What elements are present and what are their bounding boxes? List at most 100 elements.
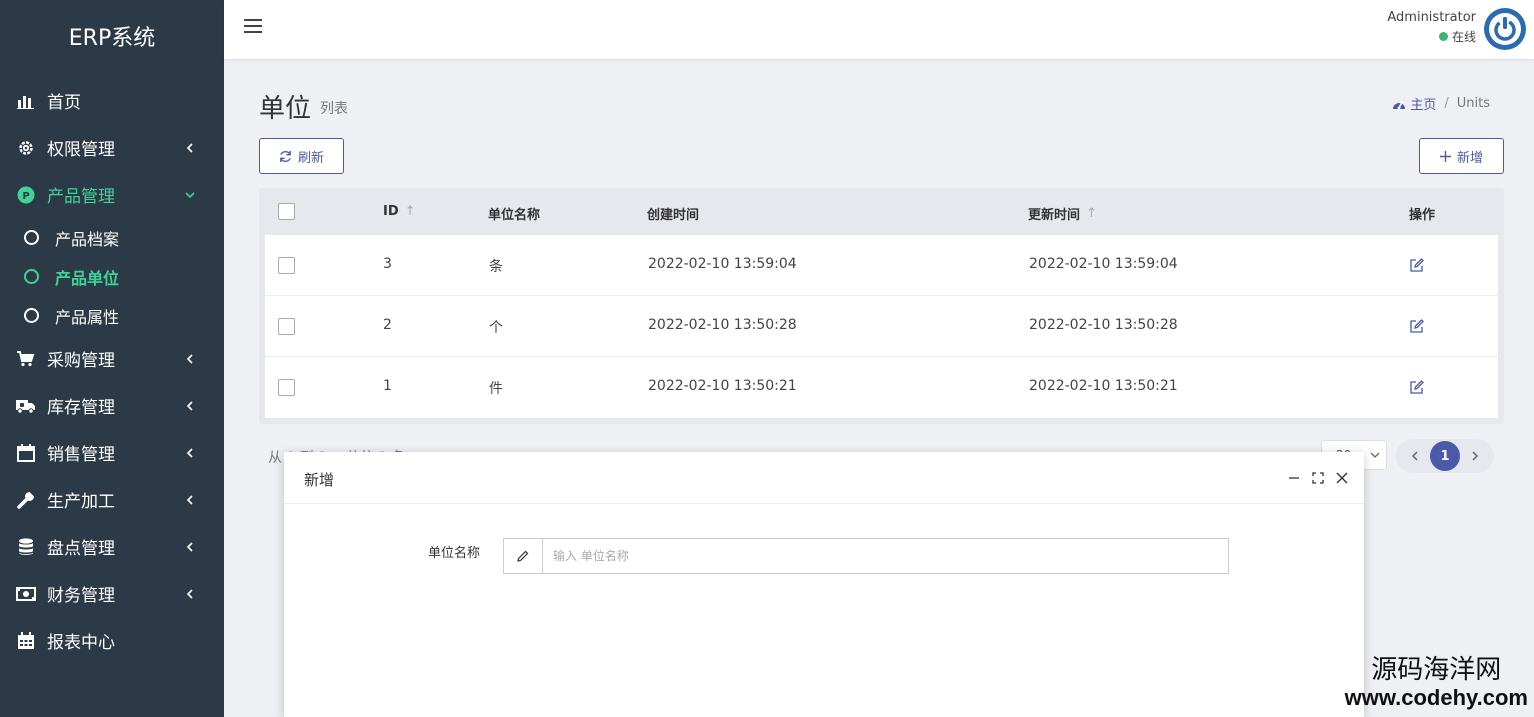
maximize-icon[interactable] xyxy=(1310,470,1326,486)
add-button-label: 新增 xyxy=(1456,150,1483,166)
select-all-checkbox[interactable] xyxy=(278,203,295,220)
table-header: ID ↑ 单位名称 创建时间 更新时间 ↑ 操作 xyxy=(259,188,1504,235)
user-name: Administrator xyxy=(1387,10,1476,25)
row-checkbox[interactable] xyxy=(278,379,295,396)
calendar-icon xyxy=(15,442,37,464)
row-checkbox[interactable] xyxy=(278,257,295,274)
table-row: 1 件 2022-02-10 13:50:21 2022-02-10 13:50… xyxy=(265,357,1498,418)
cell-updated: 2022-02-10 13:59:04 xyxy=(1029,256,1178,272)
unit-name-input-group xyxy=(503,538,1229,574)
unit-name-input[interactable] xyxy=(543,539,1228,573)
page-subtitle: 列表 xyxy=(320,101,348,117)
power-icon xyxy=(1485,9,1525,49)
money-icon xyxy=(15,583,37,605)
unit-name-label: 单位名称 xyxy=(428,546,481,561)
svg-text:P: P xyxy=(22,191,29,202)
sidebar-item-label: 采购管理 xyxy=(47,351,115,371)
cell-id: 2 xyxy=(383,317,392,333)
bar-chart-icon xyxy=(15,90,37,112)
chevron-left-icon xyxy=(186,588,193,599)
sidebar-item-purchasing[interactable]: 采购管理 xyxy=(0,335,224,382)
chevron-left-icon xyxy=(186,353,193,364)
minimize-icon[interactable] xyxy=(1286,470,1302,486)
row-checkbox[interactable] xyxy=(278,318,295,335)
column-header-updated[interactable]: 更新时间 ↑ xyxy=(1028,204,1097,223)
cell-name: 条 xyxy=(489,259,503,275)
sidebar-subitem-product-attributes[interactable]: 产品属性 xyxy=(0,296,224,335)
cell-updated: 2022-02-10 13:50:28 xyxy=(1029,317,1178,333)
sidebar-item-sales[interactable]: 销售管理 xyxy=(0,429,224,476)
column-header-id[interactable]: ID ↑ xyxy=(383,204,416,219)
sort-arrow-up-icon[interactable]: ↑ xyxy=(1086,206,1097,221)
truck-icon xyxy=(15,395,37,417)
avatar[interactable] xyxy=(1484,8,1526,50)
modal-title: 新增 xyxy=(304,471,335,489)
sidebar-subitem-label: 产品档案 xyxy=(55,229,120,249)
pagination: 1 xyxy=(1396,439,1494,473)
cell-name: 个 xyxy=(489,320,503,336)
cell-created: 2022-02-10 13:59:04 xyxy=(648,256,797,272)
sidebar-item-label: 盘点管理 xyxy=(47,539,115,559)
sidebar-subitem-label: 产品属性 xyxy=(55,307,120,327)
wrench-icon xyxy=(15,489,37,511)
table-row: 2 个 2022-02-10 13:50:28 2022-02-10 13:50… xyxy=(265,296,1498,357)
sidebar-item-reports[interactable]: 报表中心 xyxy=(0,617,224,664)
cell-id: 1 xyxy=(383,378,392,394)
sidebar-item-label: 销售管理 xyxy=(47,445,115,465)
watermark: 源码海洋网 www.codehy.com xyxy=(1345,655,1528,711)
sidebar-subitem-product-files[interactable]: 产品档案 xyxy=(0,218,224,257)
sidebar-item-products[interactable]: P 产品管理 xyxy=(0,171,224,218)
circle-icon xyxy=(24,230,39,245)
table-calendar-icon xyxy=(15,630,37,652)
sidebar-item-home[interactable]: 首页 xyxy=(0,77,224,124)
user-status-label: 在线 xyxy=(1451,30,1476,44)
watermark-text: 源码海洋网 xyxy=(1371,655,1502,685)
chevron-left-icon xyxy=(186,447,193,458)
breadcrumb-home[interactable]: 主页 xyxy=(1392,94,1436,113)
close-icon[interactable] xyxy=(1334,470,1350,486)
sidebar-item-inventory[interactable]: 库存管理 xyxy=(0,382,224,429)
user-info[interactable]: Administrator 在线 xyxy=(1387,10,1476,45)
table-row: 3 条 2022-02-10 13:59:04 2022-02-10 13:59… xyxy=(265,235,1498,296)
column-header-actions: 操作 xyxy=(1409,208,1436,223)
sidebar-subitem-label: 产品单位 xyxy=(55,268,120,288)
units-table: ID ↑ 单位名称 创建时间 更新时间 ↑ 操作 3 条 2022-02-10 … xyxy=(259,188,1504,424)
top-navbar: Administrator 在线 xyxy=(224,0,1534,59)
cell-id: 3 xyxy=(383,256,392,272)
edit-icon[interactable] xyxy=(1410,380,1424,398)
pencil-icon xyxy=(504,539,543,573)
hamburger-menu-icon[interactable] xyxy=(244,19,262,35)
watermark-url: www.codehy.com xyxy=(1344,685,1528,710)
sidebar-item-label: 首页 xyxy=(47,93,81,113)
app-title[interactable]: ERP系统 xyxy=(0,0,224,72)
sort-arrow-up-icon[interactable]: ↑ xyxy=(405,204,416,219)
sidebar-item-label: 库存管理 xyxy=(47,398,115,418)
circle-icon xyxy=(24,308,39,323)
edit-icon[interactable] xyxy=(1410,258,1424,276)
table-body: 3 条 2022-02-10 13:59:04 2022-02-10 13:59… xyxy=(265,235,1498,418)
sidebar-item-label: 财务管理 xyxy=(47,586,115,606)
user-status: 在线 xyxy=(1387,28,1476,45)
breadcrumb-current: Units xyxy=(1456,96,1490,111)
sidebar-item-label: 产品管理 xyxy=(47,187,115,207)
sidebar-subitem-product-units[interactable]: 产品单位 xyxy=(0,257,224,296)
cell-created: 2022-02-10 13:50:21 xyxy=(648,378,797,394)
sidebar-item-permissions[interactable]: 权限管理 xyxy=(0,124,224,171)
sidebar-item-production[interactable]: 生产加工 xyxy=(0,476,224,523)
sidebar-item-finance[interactable]: 财务管理 xyxy=(0,570,224,617)
refresh-button[interactable]: 刷新 xyxy=(259,138,344,174)
circle-icon xyxy=(24,269,39,284)
prev-page-button[interactable] xyxy=(1406,447,1424,465)
sidebar-item-stocktake[interactable]: 盘点管理 xyxy=(0,523,224,570)
add-button[interactable]: 新增 xyxy=(1419,138,1504,174)
modal-header: 新增 xyxy=(284,452,1364,504)
page-number-current[interactable]: 1 xyxy=(1430,441,1460,471)
refresh-icon xyxy=(279,150,292,163)
next-page-button[interactable] xyxy=(1466,447,1484,465)
chevron-right-icon xyxy=(1472,451,1479,461)
sidebar-item-label: 权限管理 xyxy=(47,140,115,160)
chevron-left-icon xyxy=(186,142,193,153)
chevron-left-icon xyxy=(186,400,193,411)
refresh-button-label: 刷新 xyxy=(297,150,324,166)
edit-icon[interactable] xyxy=(1410,319,1424,337)
